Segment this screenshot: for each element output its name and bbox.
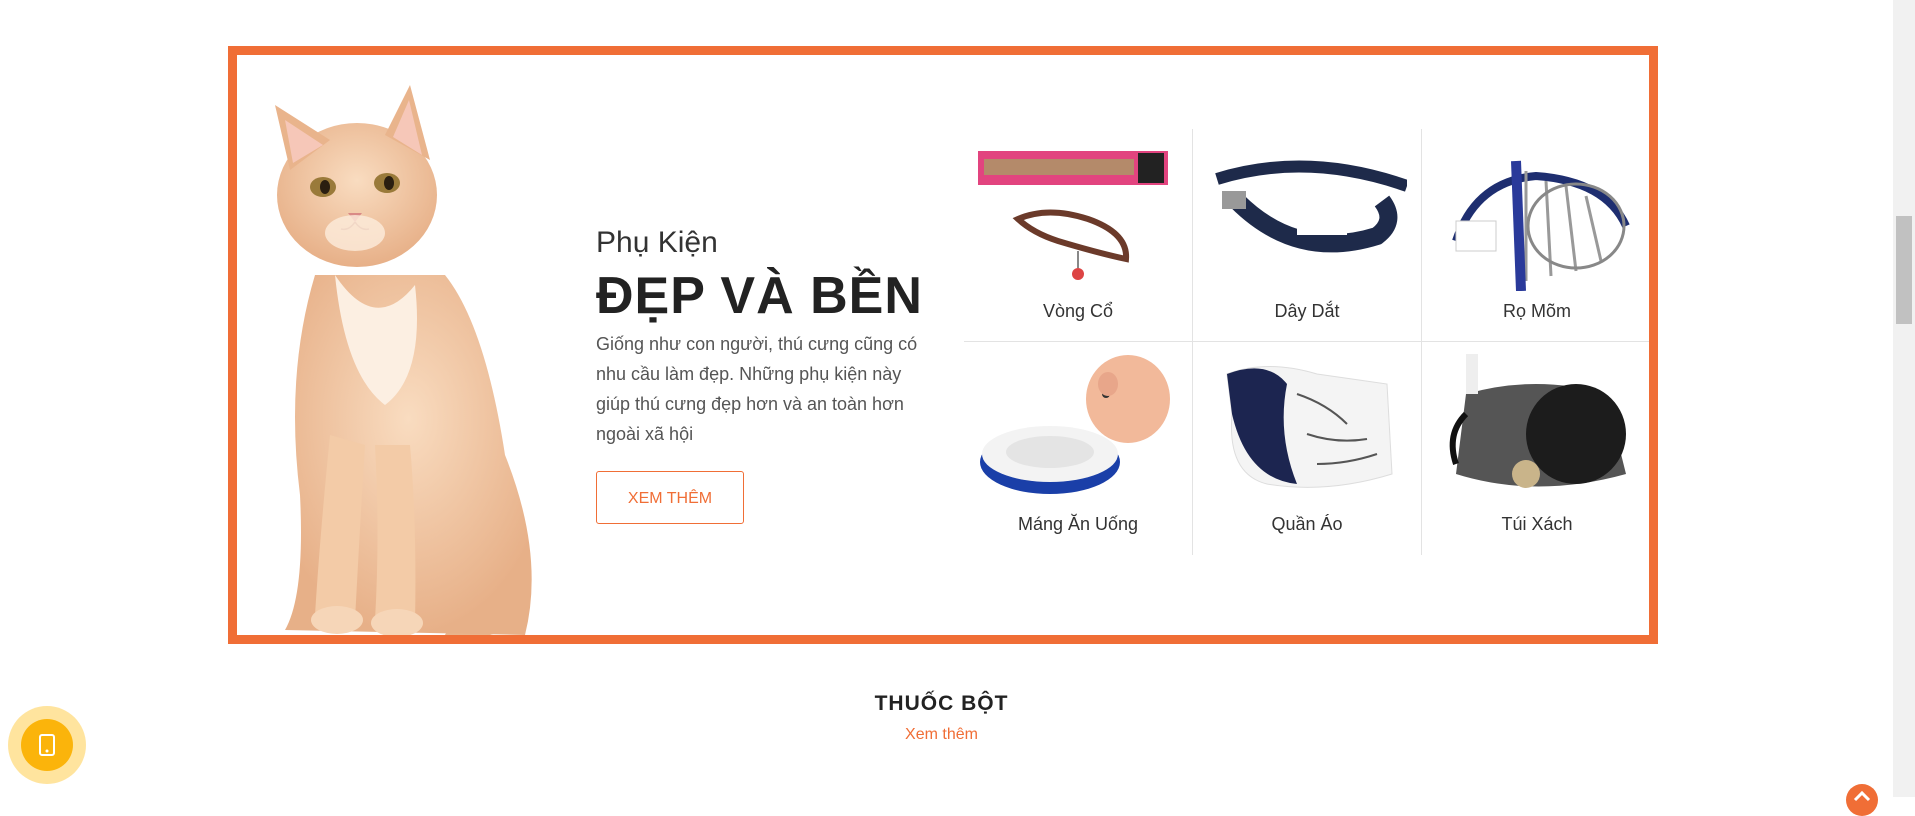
product-category-grid: Vòng Cổ Dây Dắt Rọ Mõm Máng Ăn Uống Quần… bbox=[964, 129, 1649, 555]
category-label: Dây Dắt bbox=[1274, 301, 1340, 321]
category-bag[interactable]: Túi Xách bbox=[1422, 342, 1649, 555]
feeding-bowl-image bbox=[980, 355, 1170, 494]
category-label: Quần Áo bbox=[1271, 514, 1343, 534]
collar-image bbox=[978, 151, 1168, 280]
promo-description: Giống như con người, thú cưng cũng có nh… bbox=[596, 334, 918, 444]
category-label: Rọ Mõm bbox=[1502, 301, 1571, 321]
pet-clothes-image bbox=[1226, 366, 1393, 488]
phone-icon bbox=[39, 734, 55, 756]
pet-carrier-bag-image bbox=[1449, 354, 1626, 488]
scrollbar-thumb[interactable] bbox=[1896, 216, 1912, 324]
category-label: Máng Ăn Uống bbox=[1017, 514, 1139, 534]
muzzle-image bbox=[1452, 160, 1630, 291]
chevron-up-icon bbox=[1853, 790, 1871, 802]
call-button-inner bbox=[21, 719, 73, 771]
back-to-top-button[interactable] bbox=[1846, 784, 1878, 816]
accessories-promo-banner: Phụ Kiện ĐẸP VÀ BỀN Giống như con người,… bbox=[228, 46, 1658, 644]
call-button[interactable] bbox=[8, 706, 86, 784]
kitten-image bbox=[275, 85, 532, 635]
section-title: THUỐC BỘT bbox=[874, 692, 1009, 715]
see-more-button[interactable]: XEM THÊM bbox=[596, 471, 744, 524]
category-feeding-bowl[interactable]: Máng Ăn Uống bbox=[964, 342, 1193, 555]
promo-text-block: Phụ Kiện ĐẸP VÀ BỀN Giống như con người,… bbox=[596, 225, 926, 524]
category-muzzle[interactable]: Rọ Mõm bbox=[1422, 129, 1649, 342]
category-clothes[interactable]: Quần Áo bbox=[1193, 342, 1422, 555]
see-more-link[interactable]: Xem thêm bbox=[0, 726, 1883, 744]
page-scrollbar[interactable] bbox=[1893, 0, 1915, 797]
category-collar[interactable]: Vòng Cổ bbox=[964, 129, 1193, 342]
promo-subtitle: Phụ Kiện bbox=[596, 226, 718, 259]
category-leash[interactable]: Dây Dắt bbox=[1193, 129, 1422, 342]
leash-image bbox=[1215, 160, 1407, 253]
category-label: Túi Xách bbox=[1501, 514, 1573, 534]
promo-headline: ĐẸP VÀ BỀN bbox=[596, 267, 923, 325]
category-label: Vòng Cổ bbox=[1042, 301, 1114, 321]
